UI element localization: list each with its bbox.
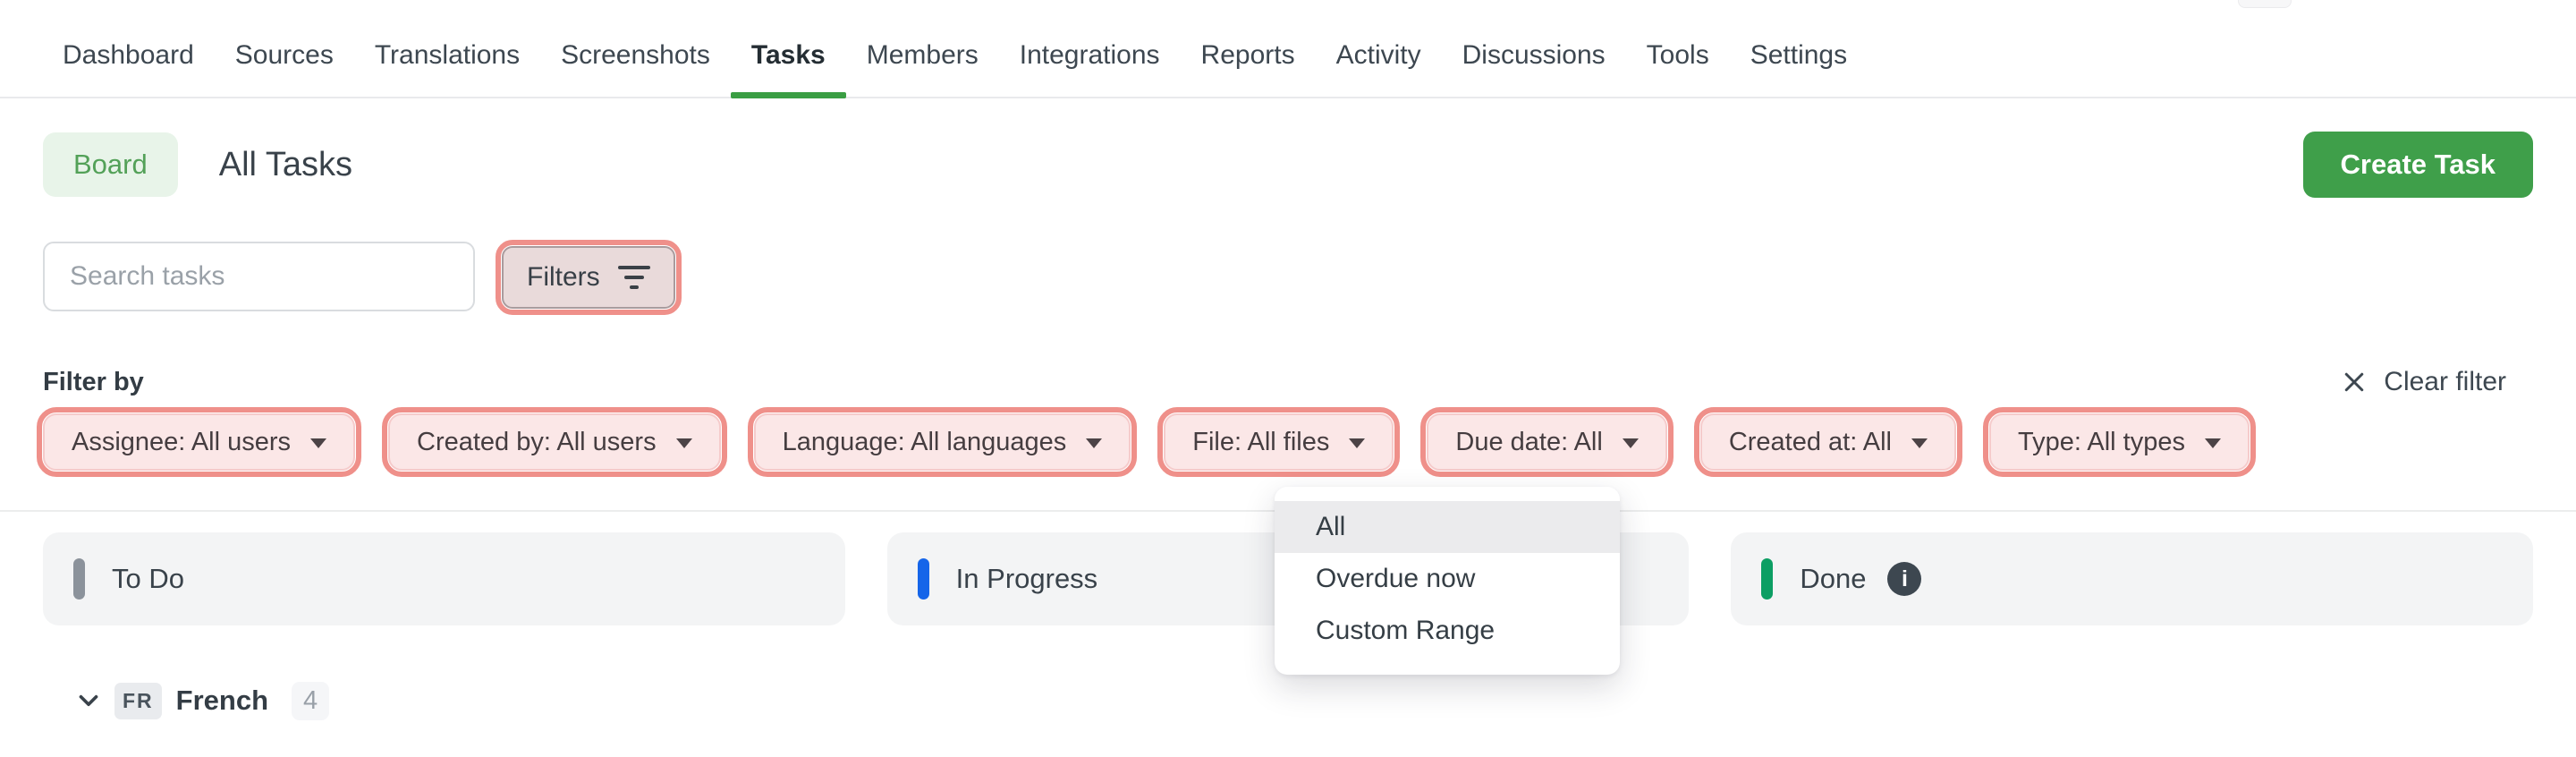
- tab-integrations[interactable]: Integrations: [999, 14, 1181, 97]
- chevron-down-icon: [675, 438, 692, 448]
- column-todo: To Do: [43, 532, 845, 625]
- filters-button-label: Filters: [527, 262, 600, 292]
- column-color-pill: [1761, 558, 1774, 600]
- chip-label: Created by: All users: [417, 427, 657, 456]
- tab-dashboard[interactable]: Dashboard: [42, 14, 215, 97]
- tab-activity[interactable]: Activity: [1316, 14, 1442, 97]
- close-icon: [2345, 372, 2364, 392]
- chip-label: Language: All languages: [782, 427, 1067, 456]
- chip-label: Created at: All: [1728, 427, 1892, 456]
- page-title: All Tasks: [218, 145, 352, 183]
- tab-sources[interactable]: Sources: [215, 14, 354, 97]
- tab-settings[interactable]: Settings: [1730, 14, 1868, 97]
- column-done: Done i: [1731, 532, 2534, 625]
- chevron-down-icon: [1622, 438, 1639, 448]
- filter-chip-language[interactable]: Language: All languages: [747, 407, 1138, 477]
- chevron-down-icon: [1349, 438, 1366, 448]
- filter-chip-type[interactable]: Type: All types: [1982, 407, 2256, 477]
- column-label: In Progress: [955, 563, 1098, 594]
- menu-item-all[interactable]: All: [1275, 501, 1620, 553]
- filter-chip-assignee[interactable]: Assignee: All users: [36, 407, 362, 477]
- chip-label: Due date: All: [1455, 427, 1603, 456]
- due-date-dropdown: All Overdue now Custom Range: [1275, 487, 1620, 675]
- filter-chip-file[interactable]: File: All files: [1157, 407, 1401, 477]
- chevron-down-icon: [310, 438, 327, 448]
- popup-remnant: [2238, 0, 2292, 8]
- board-view-button[interactable]: Board: [43, 132, 178, 197]
- chevron-down-icon[interactable]: [73, 685, 104, 716]
- column-label: Done: [1800, 563, 1867, 594]
- filter-chip-due-date[interactable]: Due date: All: [1420, 407, 1674, 477]
- create-task-button[interactable]: Create Task: [2302, 132, 2533, 198]
- chevron-down-icon: [1911, 438, 1928, 448]
- filter-chips-row: Assignee: All users Created by: All user…: [36, 407, 2256, 477]
- filters-button[interactable]: Filters: [496, 240, 682, 315]
- top-nav: Dashboard Sources Translations Screensho…: [0, 0, 2576, 98]
- clear-filter-label: Clear filter: [2384, 367, 2506, 396]
- chip-label: File: All files: [1192, 427, 1330, 456]
- filter-chip-created-at[interactable]: Created at: All: [1693, 407, 1962, 477]
- language-group-row[interactable]: FR French 4: [73, 680, 330, 721]
- tab-translations[interactable]: Translations: [354, 14, 540, 97]
- info-icon[interactable]: i: [1887, 562, 1922, 596]
- filter-by-label: Filter by: [43, 367, 144, 396]
- header-row: Board All Tasks Create Task: [43, 132, 2533, 198]
- column-color-pill: [917, 558, 929, 600]
- column-color-pill: [73, 558, 85, 600]
- search-row: Filters: [43, 240, 682, 315]
- search-input[interactable]: [43, 242, 475, 311]
- clear-filter-button[interactable]: Clear filter: [2341, 367, 2506, 397]
- language-code-badge: FR: [114, 682, 162, 719]
- tab-tasks[interactable]: Tasks: [730, 14, 846, 98]
- menu-item-overdue-now[interactable]: Overdue now: [1275, 553, 1620, 605]
- tab-members[interactable]: Members: [846, 14, 999, 97]
- filter-label-row: Filter by Clear filter: [43, 365, 2533, 399]
- task-count-badge: 4: [292, 681, 330, 720]
- menu-item-custom-range[interactable]: Custom Range: [1275, 605, 1620, 657]
- tab-tools[interactable]: Tools: [1626, 14, 1730, 97]
- tab-discussions[interactable]: Discussions: [1442, 14, 1626, 97]
- chip-label: Assignee: All users: [72, 427, 292, 456]
- filter-lines-icon: [617, 266, 650, 289]
- chip-label: Type: All types: [2017, 427, 2185, 456]
- chevron-down-icon: [1086, 438, 1103, 448]
- language-name: French: [175, 685, 269, 716]
- chevron-down-icon: [2204, 438, 2221, 448]
- column-label: To Do: [112, 563, 184, 594]
- filter-chip-created-by[interactable]: Created by: All users: [382, 407, 727, 477]
- tab-screenshots[interactable]: Screenshots: [540, 14, 731, 97]
- tab-reports[interactable]: Reports: [1181, 14, 1316, 97]
